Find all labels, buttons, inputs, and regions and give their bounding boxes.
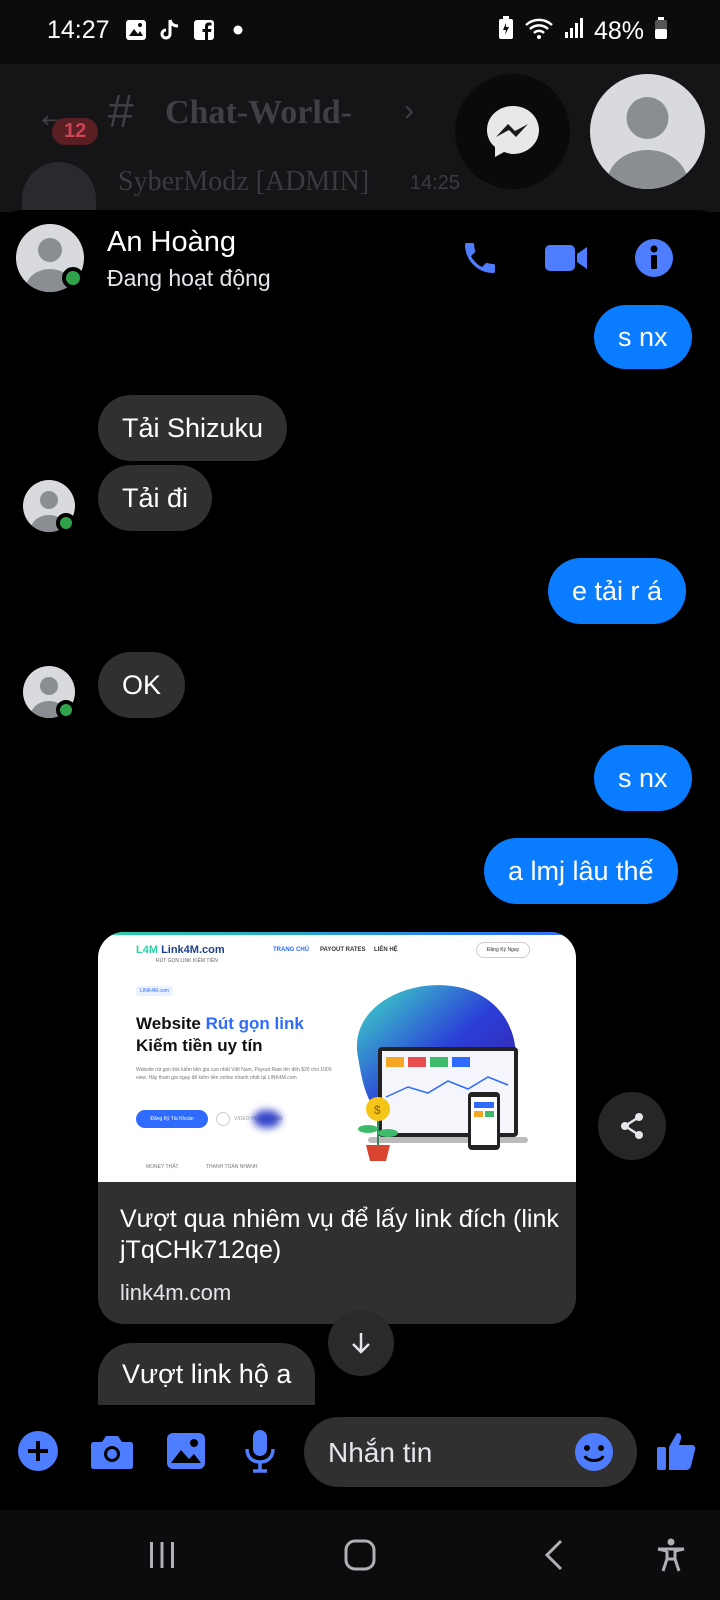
message-bubble-sent[interactable]: s nx [594, 745, 692, 811]
preview-play-icon [216, 1112, 230, 1126]
camera-icon [91, 1436, 133, 1469]
online-indicator [56, 513, 76, 533]
accessibility-button[interactable] [646, 1532, 696, 1578]
tiktok-icon [158, 18, 182, 42]
preview-tag: LINK4M.com [136, 986, 173, 996]
message-bubble-received[interactable]: OK [98, 652, 186, 718]
preview-nav-home: TRANG CHỦ [273, 947, 309, 953]
video-camera-icon [545, 245, 587, 271]
emoji-icon [575, 1433, 613, 1471]
message-bubble-sent[interactable]: s nx [594, 305, 692, 369]
home-icon [344, 1539, 376, 1571]
svg-text:$: $ [374, 1103, 381, 1117]
audio-call-button[interactable] [456, 234, 504, 282]
gallery-button[interactable] [162, 1427, 210, 1475]
gallery-icon [124, 18, 148, 42]
chevron-right-icon: › [404, 94, 414, 127]
channel-hash-icon: # [108, 85, 134, 137]
recent-apps-button[interactable] [137, 1532, 187, 1578]
info-icon [635, 239, 673, 277]
preview-register-button: Đăng Ký Ngay [476, 942, 530, 958]
message-bubble-sent[interactable]: e tải r á [548, 558, 687, 624]
preview-hero-illustration: $ [356, 985, 528, 1161]
share-button[interactable] [598, 1092, 666, 1160]
chat-panel: An Hoàng Đang hoạt động s nx Tải Shizuku… [0, 210, 720, 1510]
preview-body: Website rút gọn link kiếm tiền giá cao n… [136, 1067, 332, 1081]
message-bubble-received[interactable]: Tải đi [98, 465, 213, 531]
preview-nav-contact: LIÊN HỆ [374, 947, 398, 953]
more-actions-button[interactable] [14, 1427, 62, 1475]
camera-button[interactable] [88, 1427, 136, 1475]
messenger-chat-head[interactable] [455, 74, 570, 189]
preview-blur-shape [253, 1110, 281, 1128]
messenger-icon [486, 105, 539, 157]
system-navigation-bar [0, 1510, 720, 1600]
share-icon [621, 1113, 643, 1139]
message-time: 14:25 [410, 172, 461, 194]
composer-bar: Nhắn tin [0, 1405, 720, 1505]
link-title: Vượt qua nhiêm vụ để lấy link đích (link… [120, 1205, 559, 1264]
link-preview-image: L4M Link4M.com RÚT GỌN LINK KIẾM TIỀN TR… [98, 932, 576, 1182]
conversation-info-button[interactable] [630, 234, 678, 282]
preview-logo-sub: RÚT GỌN LINK KIẾM TIỀN [156, 958, 218, 964]
back-button[interactable] [530, 1532, 580, 1578]
preview-logo: L4M Link4M.com [136, 944, 225, 956]
wifi-icon [524, 16, 554, 47]
accessibility-icon [657, 1538, 685, 1572]
channel-title: Chat-World- [165, 94, 352, 131]
preview-top-bar [98, 932, 576, 935]
message-input-placeholder: Nhắn tin [328, 1437, 433, 1468]
image-icon [167, 1433, 205, 1469]
preview-headline: Website Rút gọn link [136, 1014, 304, 1033]
arrow-down-icon [352, 1333, 370, 1354]
battery-icon [654, 16, 668, 47]
contact-chat-head[interactable] [590, 74, 705, 189]
like-button[interactable] [652, 1427, 700, 1475]
status-time: 14:27 [47, 16, 110, 44]
system-status: 48% [498, 16, 668, 47]
message-bubble-sent[interactable]: a lmj lâu thế [484, 838, 678, 904]
link-preview-card[interactable]: L4M Link4M.com RÚT GỌN LINK KIẾM TIỀN TR… [98, 932, 576, 1324]
thumbs-up-icon [657, 1433, 696, 1470]
unread-badge: 12 [52, 118, 99, 145]
message-author: SyberModz [ADMIN] [118, 166, 370, 197]
battery-saver-icon [498, 16, 514, 47]
message-bubble-received[interactable]: Tải Shizuku [98, 395, 288, 461]
default-avatar-icon [607, 97, 688, 189]
preview-footer-2: THANH TOÁN NHANH [206, 1164, 258, 1170]
link-domain: link4m.com [120, 1280, 232, 1305]
contact-status: Đang hoạt động [107, 265, 271, 291]
online-indicator [62, 267, 84, 289]
scroll-to-bottom-button[interactable] [328, 1310, 394, 1376]
home-button[interactable] [335, 1532, 385, 1578]
signal-icon [564, 17, 584, 46]
preview-cta-button: Đăng Ký Tài Khoản [136, 1110, 208, 1128]
preview-headline-2: Kiếm tiền uy tín [136, 1036, 263, 1055]
video-call-button[interactable] [542, 234, 590, 282]
phone-icon [465, 243, 495, 273]
plus-circle-icon [18, 1431, 58, 1471]
message-input[interactable]: Nhắn tin [304, 1417, 637, 1487]
emoji-button[interactable] [574, 1432, 614, 1477]
back-chevron-icon [544, 1539, 563, 1571]
more-notifications-dot-icon [226, 18, 250, 42]
preview-footer-1: MONEY THẬT [146, 1164, 179, 1170]
battery-percent: 48% [593, 17, 644, 45]
message-bubble-received[interactable]: Vượt link hộ a [98, 1343, 316, 1409]
voice-message-button[interactable] [236, 1427, 284, 1475]
author-avatar [22, 162, 96, 212]
notification-icons [124, 18, 250, 42]
preview-nav-payout: PAYOUT RATES [320, 947, 366, 953]
online-indicator [56, 700, 76, 720]
contact-name[interactable]: An Hoàng [107, 226, 236, 259]
recent-apps-icon [150, 1542, 174, 1568]
status-bar: 14:27 48% [0, 0, 720, 64]
microphone-icon [245, 1430, 275, 1473]
facebook-icon [192, 18, 216, 42]
